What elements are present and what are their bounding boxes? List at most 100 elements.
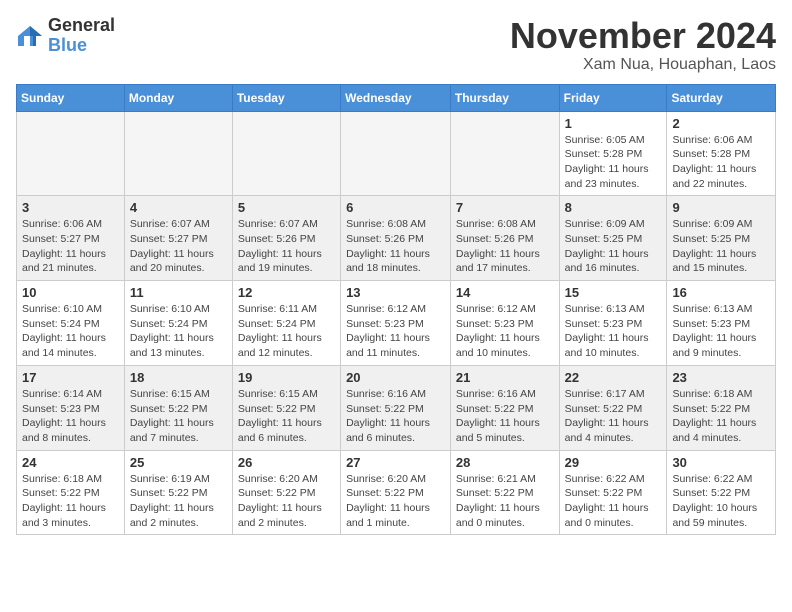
day-info: Sunrise: 6:20 AM Sunset: 5:22 PM Dayligh… xyxy=(346,472,445,531)
day-info: Sunrise: 6:22 AM Sunset: 5:22 PM Dayligh… xyxy=(565,472,662,531)
calendar-cell xyxy=(232,111,340,196)
day-info: Sunrise: 6:06 AM Sunset: 5:28 PM Dayligh… xyxy=(672,133,770,192)
day-info: Sunrise: 6:09 AM Sunset: 5:25 PM Dayligh… xyxy=(565,217,662,276)
day-number: 20 xyxy=(346,370,445,385)
day-number: 16 xyxy=(672,285,770,300)
calendar-cell: 29 Sunrise: 6:22 AM Sunset: 5:22 PM Dayli… xyxy=(559,450,667,535)
calendar-cell: 10Sunrise: 6:10 AM Sunset: 5:24 PM Dayli… xyxy=(17,281,125,366)
calendar-cell: 3Sunrise: 6:06 AM Sunset: 5:27 PM Daylig… xyxy=(17,196,125,281)
day-info: Sunrise: 6:18 AM Sunset: 5:22 PM Dayligh… xyxy=(22,472,119,531)
calendar-cell: 30Sunrise: 6:22 AM Sunset: 5:22 PM Dayli… xyxy=(667,450,776,535)
day-number: 6 xyxy=(346,200,445,215)
calendar-cell: 17Sunrise: 6:14 AM Sunset: 5:23 PM Dayli… xyxy=(17,365,125,450)
day-info: Sunrise: 6:12 AM Sunset: 5:23 PM Dayligh… xyxy=(346,302,445,361)
calendar-cell: 4 Sunrise: 6:07 AM Sunset: 5:27 PM Daylig… xyxy=(124,196,232,281)
calendar-cell: 13Sunrise: 6:12 AM Sunset: 5:23 PM Dayli… xyxy=(341,281,451,366)
calendar-cell: 23 Sunrise: 6:18 AM Sunset: 5:22 PM Dayli… xyxy=(667,365,776,450)
day-info: Sunrise: 6:19 AM Sunset: 5:22 PM Dayligh… xyxy=(130,472,227,531)
calendar-cell: 25 Sunrise: 6:19 AM Sunset: 5:22 PM Dayli… xyxy=(124,450,232,535)
day-info: Sunrise: 6:18 AM Sunset: 5:22 PM Dayligh… xyxy=(672,387,770,446)
day-number: 9 xyxy=(672,200,770,215)
day-number: 8 xyxy=(565,200,662,215)
calendar-cell: 19 Sunrise: 6:15 AM Sunset: 5:22 PM Dayli… xyxy=(232,365,340,450)
day-info: Sunrise: 6:07 AM Sunset: 5:27 PM Dayligh… xyxy=(130,217,227,276)
calendar-cell: 18Sunrise: 6:15 AM Sunset: 5:22 PM Dayli… xyxy=(124,365,232,450)
calendar-cell: 12Sunrise: 6:11 AM Sunset: 5:24 PM Dayli… xyxy=(232,281,340,366)
day-number: 23 xyxy=(672,370,770,385)
day-info: Sunrise: 6:05 AM Sunset: 5:28 PM Dayligh… xyxy=(565,133,662,192)
logo-icon xyxy=(16,22,44,50)
week-row-3: 10Sunrise: 6:10 AM Sunset: 5:24 PM Dayli… xyxy=(17,281,776,366)
calendar-cell: 6 Sunrise: 6:08 AM Sunset: 5:26 PM Daylig… xyxy=(341,196,451,281)
logo-general: General xyxy=(48,15,115,35)
day-number: 30 xyxy=(672,455,770,470)
day-number: 19 xyxy=(238,370,335,385)
calendar-cell: 8 Sunrise: 6:09 AM Sunset: 5:25 PM Daylig… xyxy=(559,196,667,281)
day-number: 25 xyxy=(130,455,227,470)
calendar-cell: 21 Sunrise: 6:16 AM Sunset: 5:22 PM Dayli… xyxy=(450,365,559,450)
week-row-5: 24 Sunrise: 6:18 AM Sunset: 5:22 PM Dayli… xyxy=(17,450,776,535)
calendar-cell: 24 Sunrise: 6:18 AM Sunset: 5:22 PM Dayli… xyxy=(17,450,125,535)
month-title: November 2024 xyxy=(510,16,776,56)
day-info: Sunrise: 6:07 AM Sunset: 5:26 PM Dayligh… xyxy=(238,217,335,276)
day-info: Sunrise: 6:08 AM Sunset: 5:26 PM Dayligh… xyxy=(456,217,554,276)
day-number: 5 xyxy=(238,200,335,215)
calendar-cell: 22 Sunrise: 6:17 AM Sunset: 5:22 PM Dayli… xyxy=(559,365,667,450)
calendar-cell: 11 Sunrise: 6:10 AM Sunset: 5:24 PM Dayli… xyxy=(124,281,232,366)
calendar-body: 1 Sunrise: 6:05 AM Sunset: 5:28 PM Daylig… xyxy=(17,111,776,535)
week-row-1: 1 Sunrise: 6:05 AM Sunset: 5:28 PM Daylig… xyxy=(17,111,776,196)
day-info: Sunrise: 6:13 AM Sunset: 5:23 PM Dayligh… xyxy=(672,302,770,361)
logo-blue: Blue xyxy=(48,35,87,55)
day-number: 24 xyxy=(22,455,119,470)
calendar-cell: 28Sunrise: 6:21 AM Sunset: 5:22 PM Dayli… xyxy=(450,450,559,535)
calendar-cell xyxy=(124,111,232,196)
day-info: Sunrise: 6:06 AM Sunset: 5:27 PM Dayligh… xyxy=(22,217,119,276)
title-block: November 2024 Xam Nua, Houaphan, Laos xyxy=(510,16,776,74)
week-row-2: 3Sunrise: 6:06 AM Sunset: 5:27 PM Daylig… xyxy=(17,196,776,281)
calendar-cell: 20 Sunrise: 6:16 AM Sunset: 5:22 PM Dayli… xyxy=(341,365,451,450)
day-number: 15 xyxy=(565,285,662,300)
day-number: 29 xyxy=(565,455,662,470)
calendar-cell: 27 Sunrise: 6:20 AM Sunset: 5:22 PM Dayli… xyxy=(341,450,451,535)
day-number: 27 xyxy=(346,455,445,470)
day-number: 11 xyxy=(130,285,227,300)
day-info: Sunrise: 6:17 AM Sunset: 5:22 PM Dayligh… xyxy=(565,387,662,446)
day-info: Sunrise: 6:16 AM Sunset: 5:22 PM Dayligh… xyxy=(456,387,554,446)
day-info: Sunrise: 6:10 AM Sunset: 5:24 PM Dayligh… xyxy=(130,302,227,361)
day-info: Sunrise: 6:15 AM Sunset: 5:22 PM Dayligh… xyxy=(238,387,335,446)
week-row-4: 17Sunrise: 6:14 AM Sunset: 5:23 PM Dayli… xyxy=(17,365,776,450)
calendar-cell: 16 Sunrise: 6:13 AM Sunset: 5:23 PM Dayli… xyxy=(667,281,776,366)
day-info: Sunrise: 6:16 AM Sunset: 5:22 PM Dayligh… xyxy=(346,387,445,446)
calendar-cell: 9 Sunrise: 6:09 AM Sunset: 5:25 PM Daylig… xyxy=(667,196,776,281)
day-number: 4 xyxy=(130,200,227,215)
page-header: General Blue November 2024 Xam Nua, Houa… xyxy=(16,16,776,74)
day-number: 17 xyxy=(22,370,119,385)
day-number: 7 xyxy=(456,200,554,215)
calendar-cell xyxy=(341,111,451,196)
header-friday: Friday xyxy=(559,84,667,111)
day-info: Sunrise: 6:09 AM Sunset: 5:25 PM Dayligh… xyxy=(672,217,770,276)
calendar-cell: 5 Sunrise: 6:07 AM Sunset: 5:26 PM Daylig… xyxy=(232,196,340,281)
day-number: 22 xyxy=(565,370,662,385)
location-subtitle: Xam Nua, Houaphan, Laos xyxy=(510,56,776,74)
calendar-header: Sunday Monday Tuesday Wednesday Thursday… xyxy=(17,84,776,111)
calendar-cell: 15Sunrise: 6:13 AM Sunset: 5:23 PM Dayli… xyxy=(559,281,667,366)
day-number: 18 xyxy=(130,370,227,385)
calendar-cell: 14Sunrise: 6:12 AM Sunset: 5:23 PM Dayli… xyxy=(450,281,559,366)
header-wednesday: Wednesday xyxy=(341,84,451,111)
calendar-cell: 1 Sunrise: 6:05 AM Sunset: 5:28 PM Daylig… xyxy=(559,111,667,196)
logo-text: General Blue xyxy=(48,16,115,56)
header-thursday: Thursday xyxy=(450,84,559,111)
day-info: Sunrise: 6:10 AM Sunset: 5:24 PM Dayligh… xyxy=(22,302,119,361)
header-sunday: Sunday xyxy=(17,84,125,111)
day-number: 26 xyxy=(238,455,335,470)
header-saturday: Saturday xyxy=(667,84,776,111)
day-info: Sunrise: 6:12 AM Sunset: 5:23 PM Dayligh… xyxy=(456,302,554,361)
calendar-table: Sunday Monday Tuesday Wednesday Thursday… xyxy=(16,84,776,536)
day-number: 1 xyxy=(565,116,662,131)
day-number: 21 xyxy=(456,370,554,385)
calendar-cell xyxy=(450,111,559,196)
day-info: Sunrise: 6:08 AM Sunset: 5:26 PM Dayligh… xyxy=(346,217,445,276)
day-info: Sunrise: 6:21 AM Sunset: 5:22 PM Dayligh… xyxy=(456,472,554,531)
header-monday: Monday xyxy=(124,84,232,111)
